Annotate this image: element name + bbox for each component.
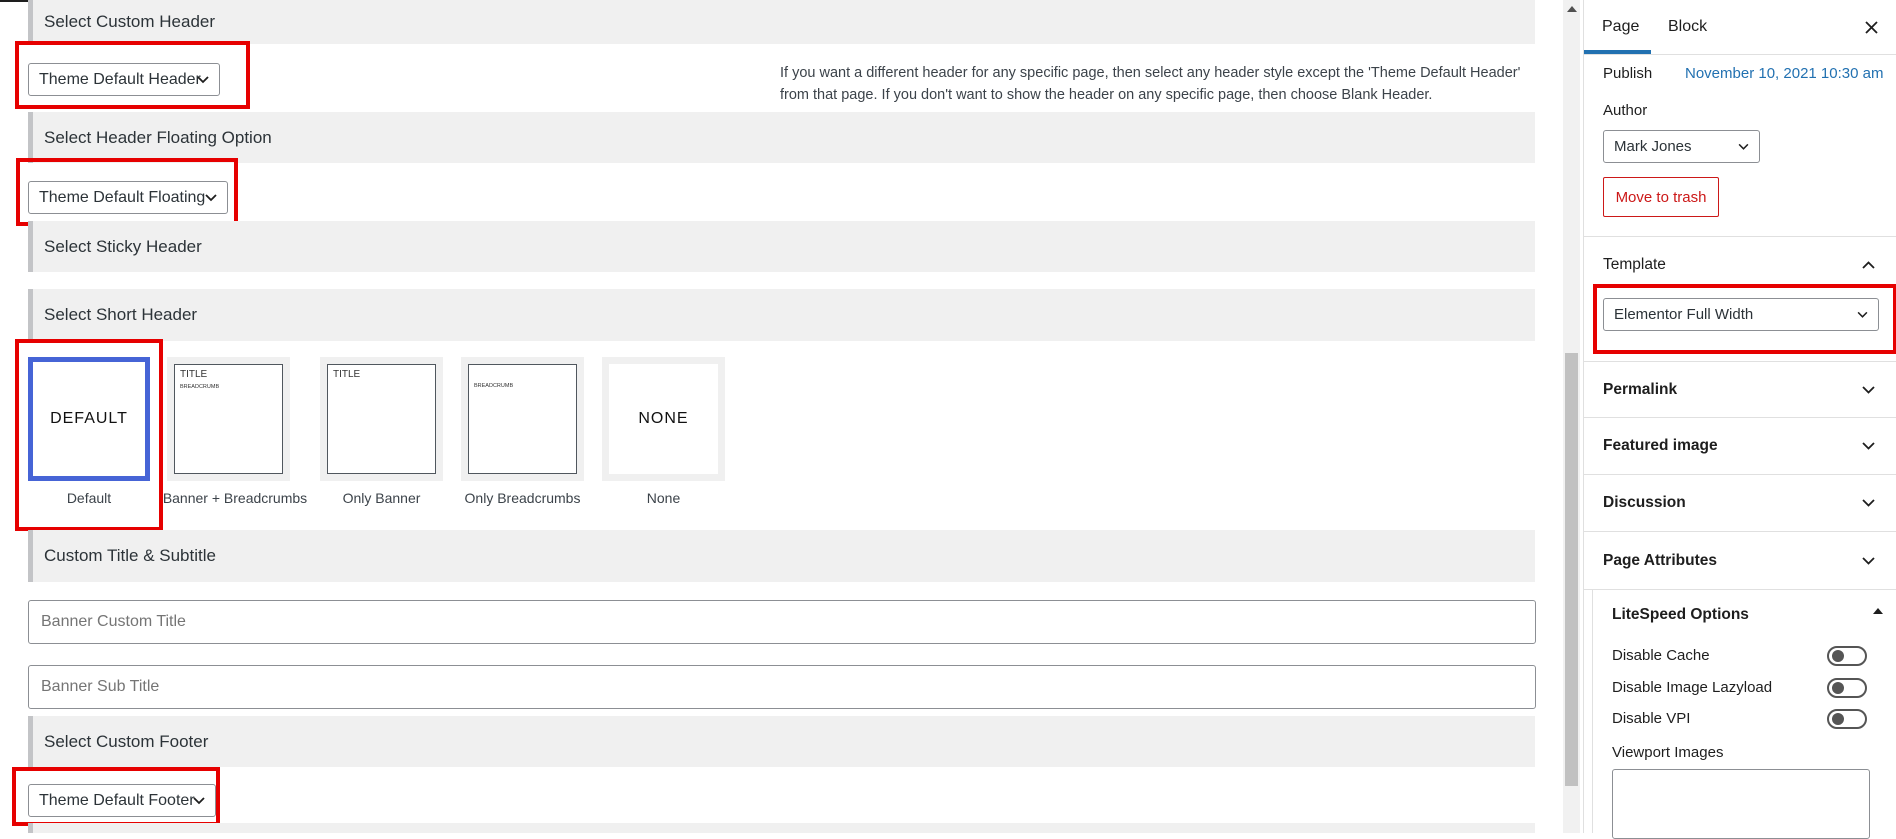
author-select[interactable]: Mark Jones: [1603, 130, 1760, 163]
panel-page-attributes-label: Page Attributes: [1603, 551, 1717, 569]
move-to-trash-button[interactable]: Move to trash: [1603, 177, 1719, 217]
caret-up-icon[interactable]: [1873, 608, 1883, 614]
disable-cache-toggle[interactable]: [1827, 646, 1867, 666]
disable-lazyload-label: Disable Image Lazyload: [1612, 679, 1773, 696]
chevron-down-icon: [1862, 442, 1875, 450]
banner-sub-title-input[interactable]: Banner Sub Title: [28, 665, 1536, 709]
panel-discussion[interactable]: Discussion: [1584, 474, 1896, 531]
option-card-text: DEFAULT: [50, 410, 128, 427]
template-select-value: Elementor Full Width: [1614, 306, 1754, 323]
disable-cache-label: Disable Cache: [1612, 647, 1710, 664]
section-sticky-header: Select Sticky Header: [28, 221, 1535, 272]
header-floating-select-value: Theme Default Floating: [39, 188, 206, 206]
section-header-floating: Select Header Floating Option: [28, 112, 1535, 163]
section-next-partial: [28, 823, 1535, 833]
section-short-header: Select Short Header: [28, 289, 1535, 341]
template-select[interactable]: Elementor Full Width: [1603, 298, 1879, 331]
header-floating-select[interactable]: Theme Default Floating: [28, 181, 228, 214]
short-header-option-banner-breadcrumbs[interactable]: TITLE BREADCRUMB: [167, 357, 290, 481]
short-header-option-only-banner[interactable]: TITLE: [320, 357, 443, 481]
custom-footer-select-value: Theme Default Footer: [39, 791, 195, 809]
custom-footer-select[interactable]: Theme Default Footer: [28, 784, 216, 817]
panel-featured-image-label: Featured image: [1603, 437, 1718, 454]
publish-date-link[interactable]: November 10, 2021 10:30 am: [1685, 65, 1883, 82]
option-card-breadcrumb: BREADCRUMB: [474, 383, 514, 389]
chevron-down-icon: [197, 75, 209, 83]
chevron-down-icon: [1862, 385, 1875, 394]
tab-page-label: Page: [1602, 18, 1640, 35]
option-label-none: None: [646, 490, 681, 506]
section-custom-header: Select Custom Header: [28, 0, 1535, 44]
disable-vpi-toggle[interactable]: [1827, 709, 1867, 729]
viewport-images-label: Viewport Images: [1612, 744, 1724, 761]
litespeed-title: LiteSpeed Options: [1612, 606, 1749, 623]
author-select-value: Mark Jones: [1614, 138, 1692, 155]
template-label: Template: [1603, 255, 1666, 273]
author-label: Author: [1603, 102, 1648, 119]
viewport-images-textarea[interactable]: [1612, 769, 1870, 839]
option-label-banner-breadcrumbs: Banner + Breadcrumbs: [162, 490, 308, 506]
chevron-down-icon: [1857, 311, 1868, 318]
option-card-title: TITLE: [180, 369, 208, 380]
panel-permalink[interactable]: Permalink: [1584, 361, 1896, 417]
custom-header-help-text: If you want a different header for any s…: [780, 65, 1521, 103]
settings-sidebar: Page Block Publish November 10, 2021 10:…: [1583, 0, 1896, 839]
banner-subtitle-placeholder: Banner Sub Title: [41, 678, 160, 695]
panel-featured-image[interactable]: Featured image: [1584, 417, 1896, 474]
option-label-default: Default: [66, 490, 112, 506]
custom-header-select-value: Theme Default Header: [39, 70, 201, 88]
main-scrollbar-thumb[interactable]: [1565, 353, 1578, 786]
chevron-down-icon: [193, 796, 205, 804]
publish-label: Publish: [1603, 65, 1653, 82]
short-header-option-only-breadcrumbs[interactable]: BREADCRUMB: [461, 357, 584, 481]
short-header-option-none[interactable]: NONE: [602, 357, 725, 481]
panel-template-header[interactable]: Template: [1584, 236, 1896, 292]
section-title-subtitle: Custom Title & Subtitle: [28, 530, 1535, 582]
option-card-breadcrumb: BREADCRUMB: [180, 384, 220, 390]
option-label-only-banner: Only Banner: [342, 490, 421, 506]
tab-page[interactable]: Page: [1602, 0, 1658, 54]
banner-title-placeholder: Banner Custom Title: [41, 613, 186, 630]
chevron-down-icon: [1862, 556, 1875, 565]
tab-block[interactable]: Block: [1668, 0, 1728, 54]
chevron-down-icon: [205, 193, 217, 201]
disable-vpi-label: Disable VPI: [1612, 710, 1691, 727]
tabs-divider: [1584, 54, 1896, 55]
option-label-only-breadcrumbs: Only Breadcrumbs: [464, 490, 581, 506]
banner-custom-title-input[interactable]: Banner Custom Title: [28, 600, 1536, 644]
panel-permalink-label: Permalink: [1603, 380, 1678, 398]
tab-block-label: Block: [1668, 18, 1708, 35]
panel-page-attributes[interactable]: Page Attributes: [1584, 531, 1896, 589]
section-custom-footer: Select Custom Footer: [28, 716, 1535, 767]
close-icon[interactable]: [1865, 21, 1878, 34]
panel-discussion-label: Discussion: [1603, 494, 1686, 511]
scroll-up-arrow-icon[interactable]: [1567, 6, 1577, 12]
option-card-title: TITLE: [333, 369, 361, 380]
chevron-down-icon: [1738, 143, 1749, 150]
chevron-up-icon: [1862, 260, 1875, 269]
custom-header-select[interactable]: Theme Default Header: [28, 63, 220, 96]
move-to-trash-label: Move to trash: [1615, 188, 1707, 206]
option-card-text: NONE: [638, 410, 689, 427]
disable-lazyload-toggle[interactable]: [1827, 678, 1867, 698]
chevron-down-icon: [1862, 499, 1875, 507]
short-header-option-default[interactable]: DEFAULT: [28, 357, 150, 481]
